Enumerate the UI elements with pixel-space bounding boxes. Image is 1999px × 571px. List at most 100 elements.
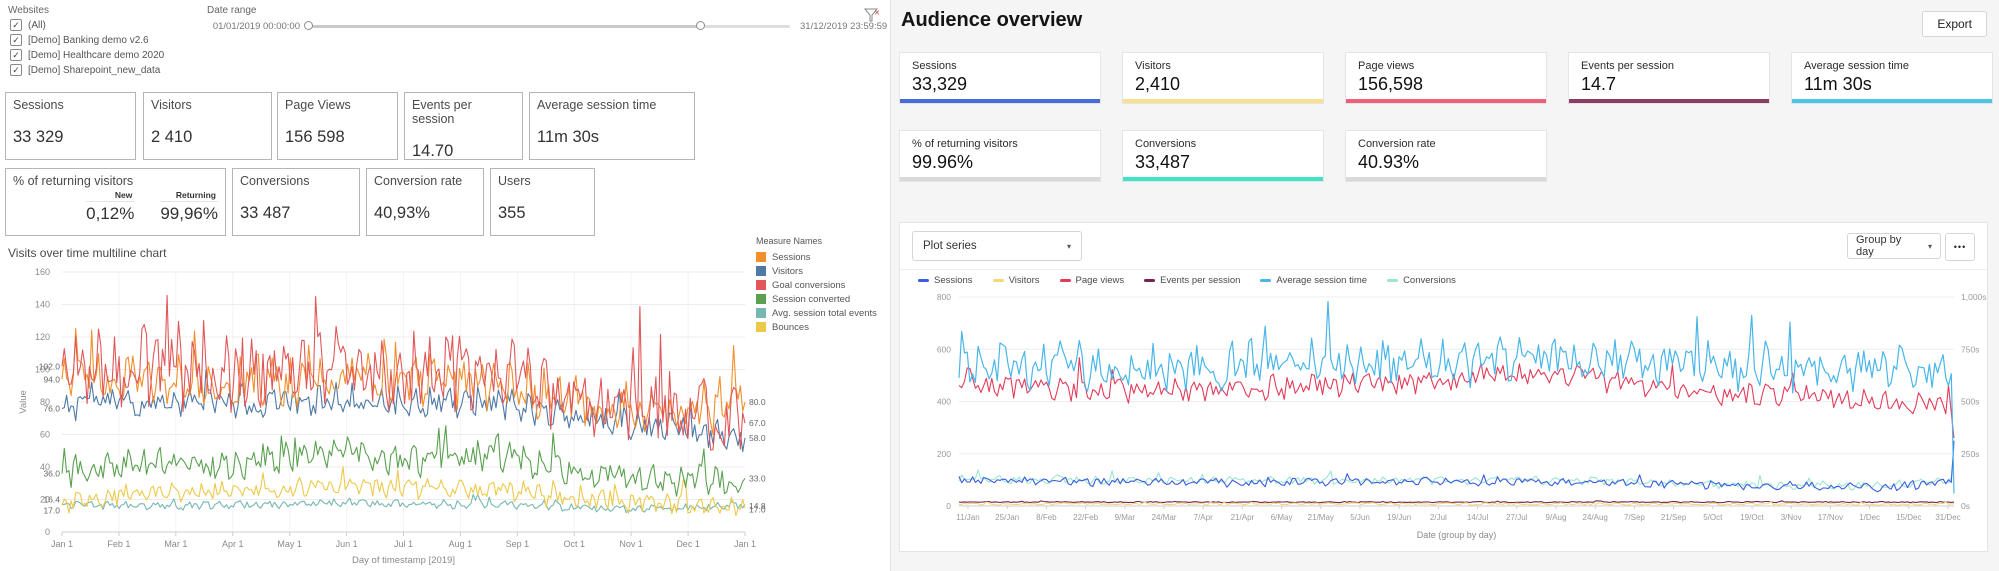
slider-handle-end[interactable] <box>696 21 705 30</box>
returning-col-new-value: 0,12% <box>86 204 134 224</box>
checkbox-icon[interactable]: ✓ <box>10 34 22 46</box>
svg-text:Sep 1: Sep 1 <box>506 539 530 549</box>
card-value: 40.93% <box>1358 152 1534 173</box>
svg-text:Feb 1: Feb 1 <box>107 539 130 549</box>
svg-text:Date (group by day): Date (group by day) <box>1417 530 1497 540</box>
legend-item-session-converted[interactable]: Session converted <box>756 292 888 306</box>
legend-dash <box>1387 279 1398 282</box>
svg-text:Day of timestamp [2019]: Day of timestamp [2019] <box>352 555 455 566</box>
svg-text:Oct 1: Oct 1 <box>563 539 585 549</box>
plot-series-label: Plot series <box>923 240 977 252</box>
svg-text:19/Oct: 19/Oct <box>1740 513 1764 522</box>
chevron-down-icon: ▾ <box>1067 242 1071 251</box>
kpi-value: 40,93% <box>374 204 476 223</box>
card-value: 33,487 <box>1135 152 1311 173</box>
svg-text:0s: 0s <box>1961 501 1970 511</box>
svg-text:Apr 1: Apr 1 <box>222 539 244 549</box>
svg-text:7/Apr: 7/Apr <box>1194 513 1213 522</box>
card-value: 2,410 <box>1135 74 1311 95</box>
legend-dash <box>1060 279 1071 282</box>
audience-overview-line-chart[interactable]: 00s200250s400500s600750s8001,000s11/Jan2… <box>908 285 1985 547</box>
svg-text:Mar 1: Mar 1 <box>164 539 187 549</box>
legend-item-avg-session-total-events[interactable]: Avg. session total events <box>756 306 888 320</box>
kpi-box-conversions: Conversions 33 487 <box>232 168 360 236</box>
legend-swatch <box>756 308 766 318</box>
card-label: Page views <box>1358 60 1534 72</box>
legend-label: Session converted <box>772 294 850 305</box>
svg-text:5/Jun: 5/Jun <box>1350 513 1370 522</box>
svg-text:17.0: 17.0 <box>43 505 60 515</box>
kpi-label: Conversions <box>240 174 352 188</box>
svg-text:Jun 1: Jun 1 <box>336 539 358 549</box>
kpi-label: Visitors <box>151 98 264 112</box>
kpi-box-sessions: Sessions 33 329 <box>5 92 136 160</box>
legend-item-sessions[interactable]: Sessions <box>756 250 888 264</box>
group-by-label: Group by day <box>1856 234 1920 258</box>
svg-text:2/Jul: 2/Jul <box>1430 513 1447 522</box>
card-returning-visitors: % of returning visitors 99.96% <box>899 130 1101 182</box>
slider-handle-start[interactable] <box>304 21 313 30</box>
card-label: Average session time <box>1804 60 1980 72</box>
visits-over-time-multiline-chart[interactable]: Jan 1Feb 1Mar 1Apr 1May 1Jun 1Jul 1Aug 1… <box>14 266 774 568</box>
svg-text:Jul 1: Jul 1 <box>394 539 413 549</box>
kpi-label: Average session time <box>537 98 687 112</box>
returning-col-new-header: New <box>86 190 134 202</box>
legend-title: Measure Names <box>756 236 888 246</box>
kpi-value: 14.70 <box>412 142 515 161</box>
more-options-button[interactable]: ••• <box>1945 233 1975 261</box>
legend-item-bounces[interactable]: Bounces <box>756 320 888 334</box>
website-filter-item-label: (All) <box>28 20 46 31</box>
legend-label: Bounces <box>772 322 809 333</box>
date-range-slider[interactable] <box>308 25 790 28</box>
group-by-select[interactable]: Group by day ▾ <box>1847 233 1941 259</box>
legend-item-goal-conversions[interactable]: Goal conversions <box>756 278 888 292</box>
svg-text:800: 800 <box>937 292 951 302</box>
checkbox-icon[interactable]: ✓ <box>10 49 22 61</box>
kpi-box-page-views: Page Views 156 598 <box>277 92 398 160</box>
kpi-label: Sessions <box>13 98 128 112</box>
website-filter-item-demo-healthcare-demo-2020[interactable]: ✓[Demo] Healthcare demo 2020 <box>10 48 164 62</box>
filter-exclude-icon[interactable]: ✕ <box>864 8 882 24</box>
returning-col-returning-header: Returning <box>160 190 218 202</box>
svg-text:14.8: 14.8 <box>749 501 766 511</box>
svg-text:750s: 750s <box>1961 344 1979 354</box>
card-value: 33,329 <box>912 74 1088 95</box>
legend-item-visitors[interactable]: Visitors <box>756 264 888 278</box>
svg-text:400: 400 <box>937 397 951 407</box>
card-label: Visitors <box>1135 60 1311 72</box>
kpi-box-conversion-rate: Conversion rate 40,93% <box>366 168 484 236</box>
checkbox-icon[interactable]: ✓ <box>10 64 22 76</box>
website-filter-item-all[interactable]: ✓ (All) <box>10 18 164 32</box>
chart-toolbar: Plot series ▾ Group by day ▾ ••• <box>900 223 1987 270</box>
card-page-views: Page views 156,598 <box>1345 52 1547 104</box>
svg-text:19/Jun: 19/Jun <box>1387 513 1411 522</box>
tableau-dashboard-panel: Websites ✓(All)✓[Demo] Banking demo v2.6… <box>0 0 890 571</box>
audience-overview-panel: Audience overview Export Sessions 33,329… <box>890 0 1999 571</box>
card-average-session-time: Average session time 11m 30s <box>1791 52 1993 104</box>
card-label: % of returning visitors <box>912 138 1088 150</box>
legend-label: Visitors <box>772 266 803 277</box>
checkbox-icon[interactable]: ✓ <box>10 19 22 31</box>
legend-swatch <box>756 322 766 332</box>
website-filter-item-demo-sharepoint-new-data[interactable]: ✓[Demo] Sharepoint_new_data <box>10 63 164 77</box>
plot-series-select[interactable]: Plot series ▾ <box>912 231 1082 261</box>
export-button[interactable]: Export <box>1922 11 1987 37</box>
page-title: Audience overview <box>901 9 1082 32</box>
svg-text:15/Dec: 15/Dec <box>1896 513 1921 522</box>
kpi-value: 11m 30s <box>537 128 687 147</box>
svg-text:May 1: May 1 <box>277 539 302 549</box>
legend-label: Goal conversions <box>772 280 845 291</box>
svg-text:5/Oct: 5/Oct <box>1703 513 1723 522</box>
measure-names-legend: Measure Names Sessions Visitors Goal conve… <box>756 236 888 334</box>
website-filter-item-demo-banking-demo-v2-6[interactable]: ✓[Demo] Banking demo v2.6 <box>10 33 164 47</box>
svg-text:27/Jul: 27/Jul <box>1506 513 1528 522</box>
card-value: 11m 30s <box>1804 74 1980 95</box>
card-accent-bar <box>1792 99 1992 103</box>
svg-text:1,000s: 1,000s <box>1961 292 1987 302</box>
svg-text:160: 160 <box>35 267 50 277</box>
card-accent-bar <box>900 177 1100 181</box>
svg-text:21/Apr: 21/Apr <box>1231 513 1255 522</box>
date-range-start-value: 01/01/2019 00:00:00 <box>205 21 300 32</box>
kpi-cards-row-2: % of returning visitors 99.96% Conversio… <box>899 130 1988 182</box>
left-chart-title: Visits over time multiline chart <box>8 246 167 260</box>
